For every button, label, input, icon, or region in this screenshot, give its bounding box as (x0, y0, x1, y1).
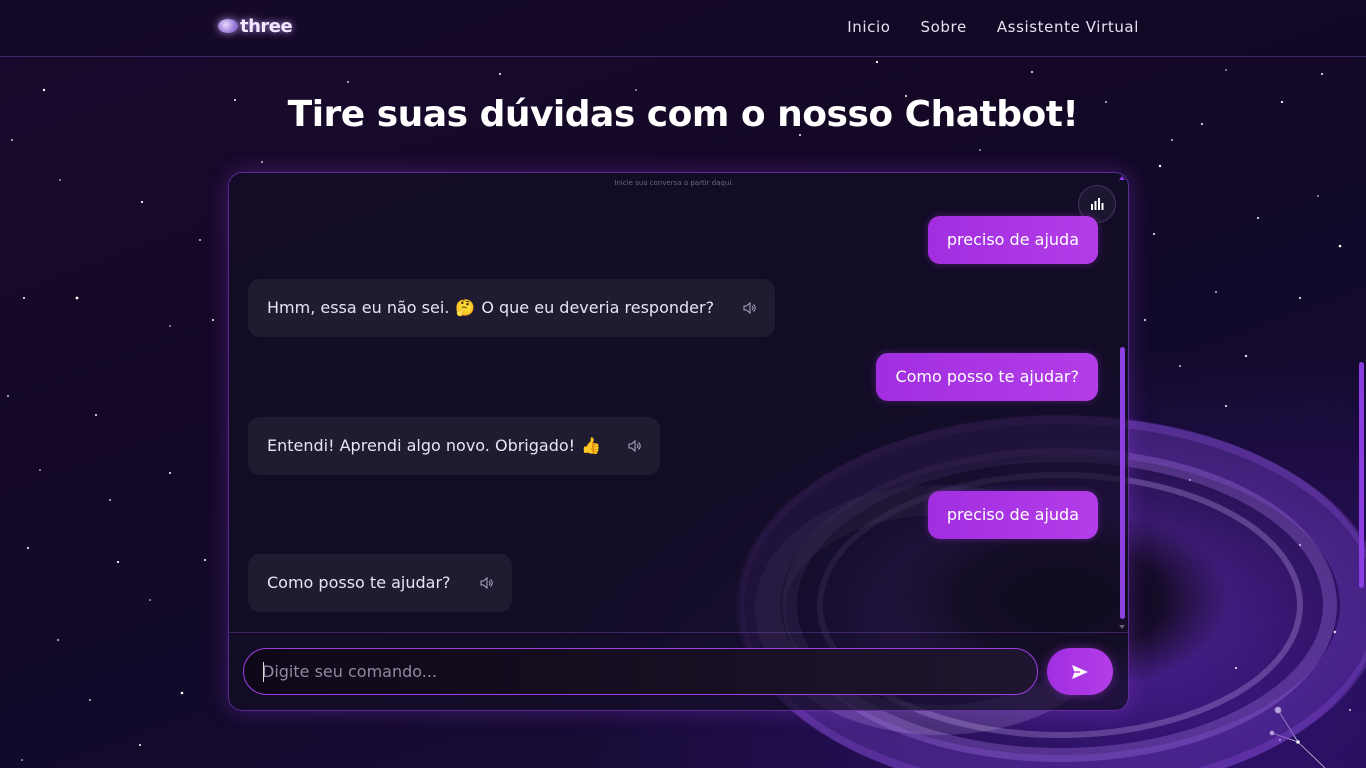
thumbs-up-emoji: 👍 (581, 436, 601, 455)
input-divider (229, 632, 1128, 633)
message-text: preciso de ajuda (946, 230, 1079, 249)
scroll-up-icon[interactable] (1119, 176, 1125, 180)
message-text: Como posso te ajudar? (895, 367, 1079, 386)
message-text: Entendi! Aprendi algo novo. Obrigado! (267, 436, 576, 455)
top-navbar: three Inicio Sobre Assistente Virtual (0, 0, 1366, 57)
thinking-emoji: 🤔 (455, 298, 476, 317)
text-cursor (263, 662, 264, 682)
user-message: preciso de ajuda (927, 216, 1098, 264)
bar-chart-icon (1091, 198, 1104, 210)
nav-link-assistente-virtual[interactable]: Assistente Virtual (997, 18, 1139, 36)
speaker-icon[interactable] (742, 301, 756, 315)
page-title: Tire suas dúvidas com o nosso Chatbot! (287, 94, 1079, 135)
speaker-icon[interactable] (627, 439, 641, 453)
brand-logo[interactable]: three (218, 12, 293, 40)
message-text: Hmm, essa eu não sei. (267, 298, 450, 317)
bot-message: Hmm, essa eu não sei. 🤔 O que eu deveria… (248, 279, 776, 337)
chat-scroll-thumb[interactable] (1120, 347, 1125, 619)
planet-logo-icon (218, 19, 238, 33)
chat-start-hint: Inicie sua conversa a partir daqui. (614, 179, 734, 187)
chat-container: Inicie sua conversa a partir daqui. prec… (228, 172, 1129, 711)
send-button[interactable] (1047, 648, 1113, 695)
nav-links: Inicio Sobre Assistente Virtual (847, 18, 1139, 36)
nav-link-sobre[interactable]: Sobre (921, 18, 967, 36)
bot-message: Como posso te ajudar? (248, 554, 512, 612)
page-scrollbar-thumb[interactable] (1359, 362, 1364, 588)
nav-link-inicio[interactable]: Inicio (847, 18, 890, 36)
logo-text: three (240, 15, 293, 37)
user-message: preciso de ajuda (927, 491, 1098, 539)
scroll-down-icon[interactable] (1119, 625, 1125, 629)
message-text-continued: O que eu deveria responder? (481, 298, 715, 317)
message-text: preciso de ajuda (946, 505, 1079, 524)
bot-message: Entendi! Aprendi algo novo. Obrigado! 👍 (248, 417, 660, 475)
send-icon (1072, 664, 1088, 679)
speaker-icon[interactable] (479, 576, 493, 590)
user-message: Como posso te ajudar? (876, 353, 1098, 401)
command-input[interactable] (243, 648, 1038, 695)
message-text: Como posso te ajudar? (267, 573, 451, 592)
